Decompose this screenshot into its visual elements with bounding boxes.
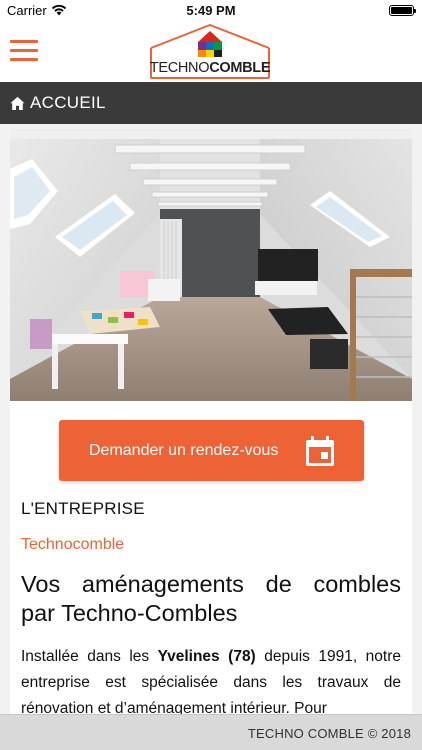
breadcrumb-label: ACCUEIL — [30, 93, 106, 112]
body-text: Installée dans les Yvelines (78) depuis … — [21, 648, 401, 714]
hamburger-icon[interactable] — [10, 40, 38, 62]
clock: 5:49 PM — [186, 3, 236, 18]
hero-image — [10, 129, 412, 401]
attic-photo — [10, 129, 412, 401]
app-header: TECHNOCOMBLE — [0, 22, 422, 82]
section-subtitle: Technocomble — [21, 536, 125, 553]
logo-text: TECHNOCOMBLE — [149, 60, 271, 76]
footer: TECHNO COMBLE © 2018 — [0, 714, 422, 750]
main-content[interactable]: Demander un rendez-vous L'ENTREPRISE Tec… — [0, 124, 422, 714]
calendar-icon — [306, 435, 334, 466]
headline: Vos aménagements de combles par Techno-C… — [21, 571, 401, 626]
breadcrumb[interactable]: ACCUEIL — [0, 82, 422, 124]
appointment-button-label: Demander un rendez-vous — [89, 441, 279, 459]
status-bar: Carrier 5:49 PM — [0, 0, 422, 22]
logo[interactable]: TECHNOCOMBLE — [149, 23, 271, 79]
home-icon — [10, 96, 25, 110]
copyright-text: TECHNO COMBLE © 2018 — [247, 726, 411, 741]
section-title: L'ENTREPRISE — [21, 499, 145, 518]
content-card: Demander un rendez-vous L'ENTREPRISE Tec… — [10, 129, 412, 714]
appointment-button[interactable]: Demander un rendez-vous — [59, 420, 364, 481]
battery-icon — [389, 5, 416, 16]
